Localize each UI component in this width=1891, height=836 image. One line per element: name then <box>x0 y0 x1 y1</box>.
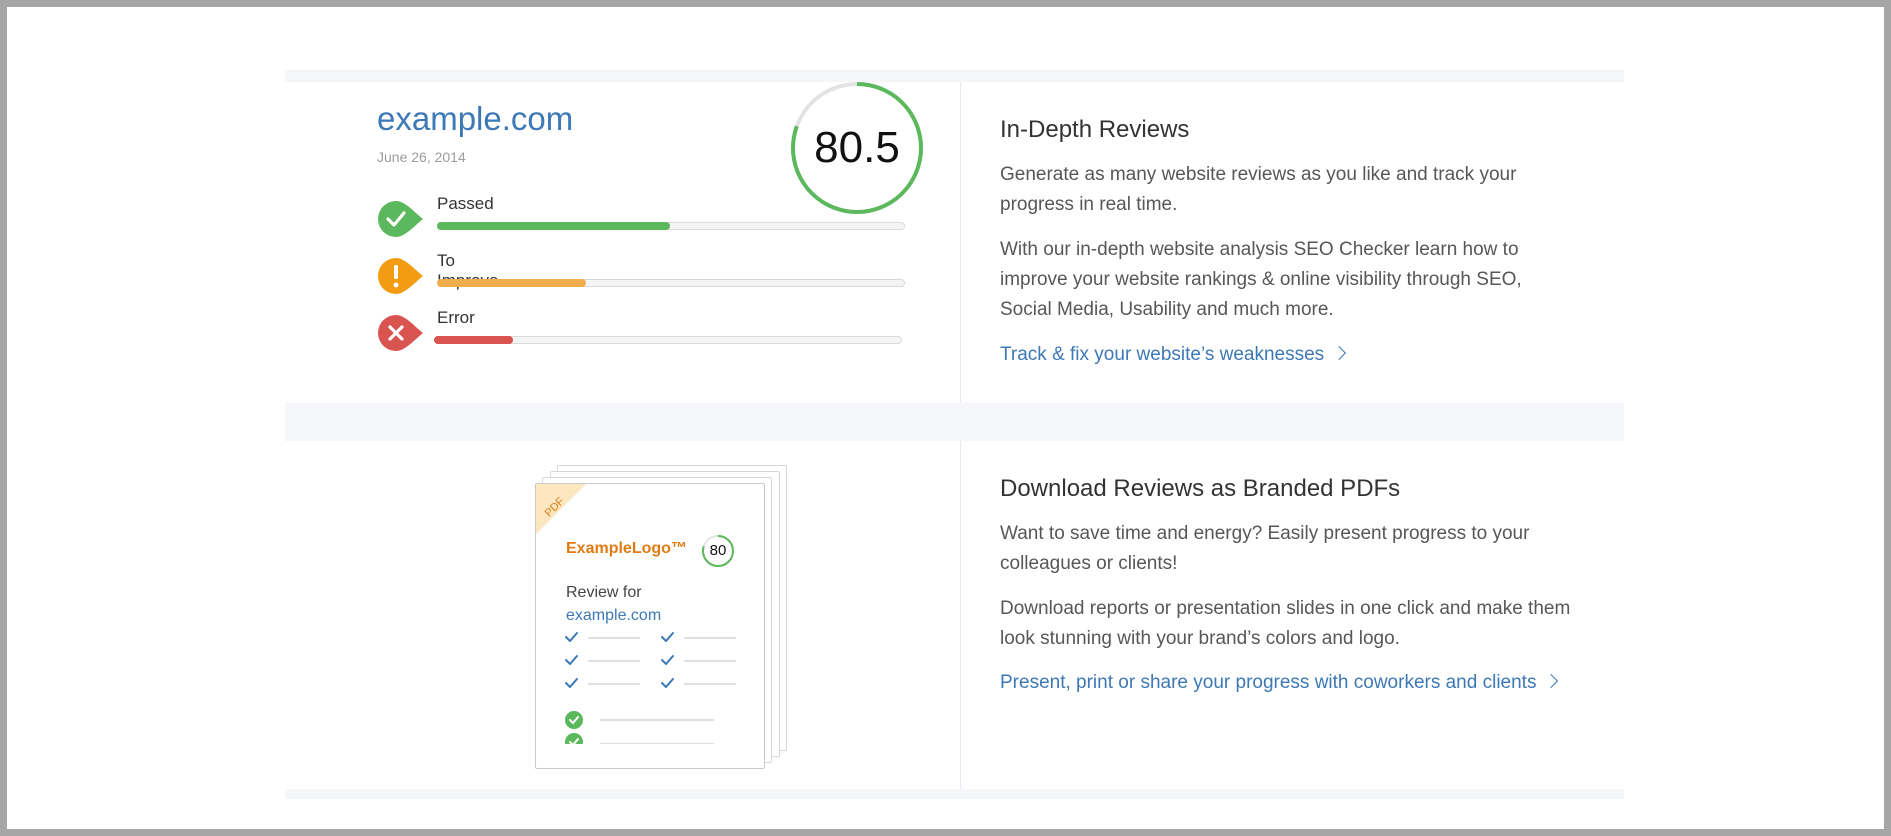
reviews-paragraph-1: Generate as many website reviews as you … <box>1000 164 1517 215</box>
exclamation-icon <box>378 258 423 294</box>
pdf-checklist <box>565 632 736 744</box>
section-divider <box>960 441 961 789</box>
middle-band <box>285 403 1624 441</box>
error-bar <box>434 336 902 344</box>
track-fix-link-label: Track & fix your website’s weaknesses <box>1000 344 1325 365</box>
status-label: Passed <box>437 194 494 213</box>
chevron-right-icon <box>1332 345 1347 361</box>
reviews-paragraph-2: With our in-depth website analysis SEO C… <box>1000 239 1522 320</box>
passed-bar <box>437 222 905 230</box>
check-icon <box>378 201 423 237</box>
pdfs-paragraph-2: Download reports or presentation slides … <box>1000 598 1571 649</box>
reviews-heading: In-Depth Reviews <box>1000 116 1190 143</box>
review-date: June 26, 2014 <box>377 149 466 165</box>
pdf-logo: ExampleLogo™ <box>566 540 687 557</box>
pdf-score-value: 80 <box>709 542 727 559</box>
present-link-label: Present, print or share your progress wi… <box>1000 672 1537 693</box>
improve-bar-fill <box>437 279 587 287</box>
error-bar-fill <box>434 336 514 344</box>
passed-bar-fill <box>437 222 670 230</box>
pdfs-heading: Download Reviews as Branded PDFs <box>1000 475 1401 502</box>
chevron-right-icon <box>1544 673 1559 689</box>
status-label: Error <box>437 308 475 327</box>
pdf-review-for: Review for <box>566 584 642 601</box>
pdf-site: example.com <box>566 607 662 624</box>
present-print-share-link[interactable]: Present, print or share your progress wi… <box>1000 668 1575 698</box>
section-divider <box>960 82 961 403</box>
pdf-preview: PDF ExampleLogo™ 80 Review for example.c… <box>535 463 795 773</box>
pdf-corner-ribbon: PDF <box>536 484 586 534</box>
score-value: 80.5 <box>814 123 900 172</box>
top-band <box>285 70 1624 82</box>
x-icon <box>378 315 423 351</box>
site-title: example.com <box>377 100 574 137</box>
track-fix-link[interactable]: Track & fix your website’s weaknesses <box>1000 340 1575 370</box>
pdf-front-sheet: PDF ExampleLogo™ 80 Review for example.c… <box>535 483 765 769</box>
bottom-band <box>285 789 1624 799</box>
improve-bar <box>437 279 905 287</box>
pdfs-paragraph-1: Want to save time and energy? Easily pre… <box>1000 523 1530 574</box>
